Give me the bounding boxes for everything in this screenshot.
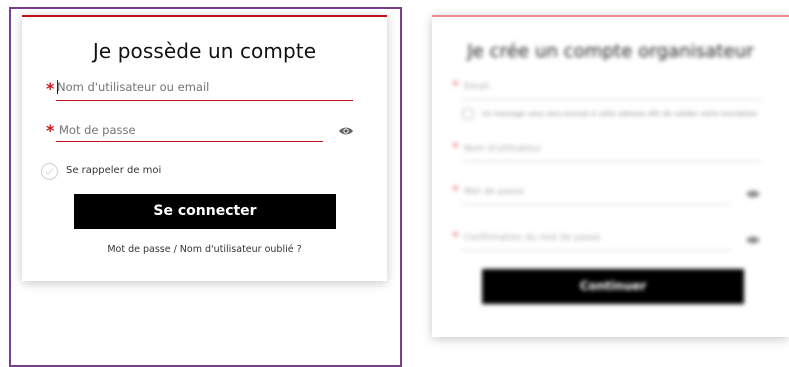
remember-me-label: Se rappeler de moi bbox=[66, 165, 162, 176]
show-confirm-password-eye-icon[interactable] bbox=[745, 235, 761, 245]
register-content: Je crée un compte organisateur * Email U… bbox=[432, 17, 789, 337]
register-password-underline bbox=[462, 204, 730, 205]
checkmark-icon bbox=[45, 168, 54, 176]
show-password-eye-icon[interactable] bbox=[745, 189, 761, 199]
username-input[interactable] bbox=[57, 77, 352, 97]
forgot-credentials-link[interactable]: Mot de passe / Nom d'utilisateur oublié … bbox=[22, 244, 387, 255]
confirm-password-underline bbox=[462, 250, 730, 251]
confirm-password-label[interactable]: Confirmation du mot de passe bbox=[464, 233, 600, 243]
email-underline bbox=[462, 99, 762, 100]
required-asterisk: * bbox=[452, 79, 459, 94]
login-card: Je possède un compte * * Se rappeler de … bbox=[22, 15, 387, 281]
login-submit-button[interactable]: Se connecter bbox=[74, 194, 336, 229]
required-asterisk: * bbox=[452, 141, 459, 156]
register-username-underline bbox=[462, 161, 762, 162]
email-info-text: Un message vous sera envoyé à cette adre… bbox=[482, 110, 758, 118]
register-continue-button[interactable]: Continuer bbox=[482, 269, 744, 304]
register-title: Je crée un compte organisateur bbox=[467, 41, 754, 62]
password-underline bbox=[56, 141, 323, 142]
username-field-label[interactable]: Nom d'utilisateur bbox=[464, 144, 541, 154]
info-icon bbox=[462, 108, 474, 120]
required-asterisk: * bbox=[452, 230, 459, 245]
login-title: Je possède un compte bbox=[92, 39, 317, 63]
show-password-eye-icon[interactable] bbox=[338, 126, 354, 136]
required-asterisk: * bbox=[452, 184, 459, 199]
email-field-label[interactable]: Email bbox=[464, 82, 489, 92]
register-password-label[interactable]: Mot de passe bbox=[464, 187, 524, 197]
register-card: Je crée un compte organisateur * Email U… bbox=[432, 15, 789, 337]
remember-me-checkbox[interactable] bbox=[41, 163, 58, 180]
username-underline bbox=[56, 100, 353, 101]
required-asterisk: * bbox=[46, 79, 55, 98]
password-input[interactable] bbox=[59, 120, 322, 140]
required-asterisk: * bbox=[46, 121, 55, 140]
